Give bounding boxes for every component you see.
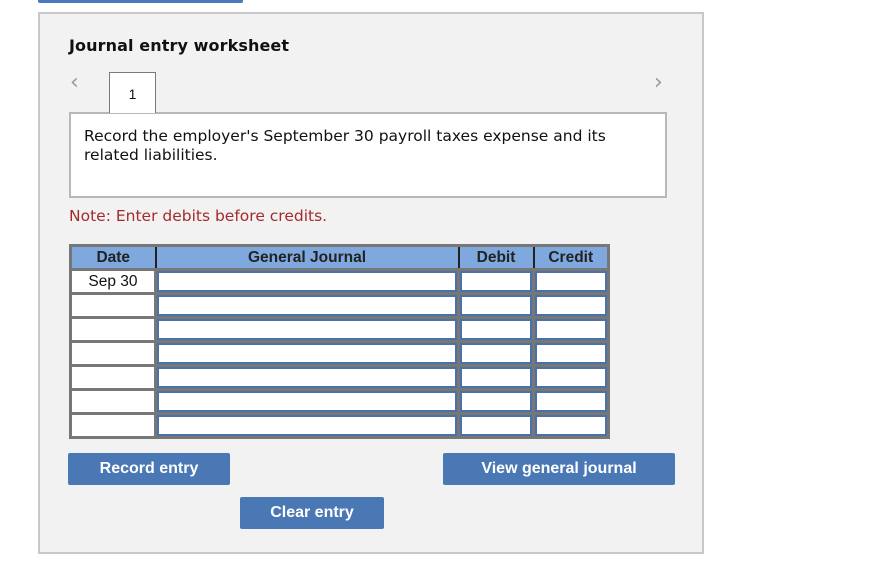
credit-input[interactable] <box>535 319 607 340</box>
account-input-cell <box>154 364 460 391</box>
debit-input-cell <box>457 388 535 415</box>
debit-input[interactable] <box>460 367 532 388</box>
credit-input[interactable] <box>535 271 607 292</box>
debit-input[interactable] <box>460 391 532 412</box>
table-row: Sep 30 <box>69 268 610 295</box>
debit-input-cell <box>457 340 535 367</box>
credit-input[interactable] <box>535 343 607 364</box>
account-input[interactable] <box>157 319 457 340</box>
account-input[interactable] <box>157 295 457 316</box>
debit-input[interactable] <box>460 319 532 340</box>
journal-worksheet-panel: Journal entry worksheet ‹ 1 › Record the… <box>38 12 704 554</box>
debit-input[interactable] <box>460 343 532 364</box>
date-cell[interactable] <box>69 412 157 439</box>
credit-input-cell <box>532 316 610 343</box>
table-row <box>69 292 610 319</box>
debit-input[interactable] <box>460 295 532 316</box>
debit-input-cell <box>457 316 535 343</box>
account-input-cell <box>154 292 460 319</box>
credit-input-cell <box>532 340 610 367</box>
credit-input[interactable] <box>535 367 607 388</box>
debit-input[interactable] <box>460 415 532 436</box>
account-input[interactable] <box>157 415 457 436</box>
debit-input-cell <box>457 364 535 391</box>
journal-table: Date General Journal Debit Credit Sep 30 <box>69 244 610 439</box>
table-row <box>69 316 610 343</box>
tab-1[interactable]: 1 <box>109 72 156 113</box>
header-date: Date <box>70 245 157 271</box>
table-row <box>69 388 610 415</box>
table-header-row: Date General Journal Debit Credit <box>70 245 609 271</box>
debit-input-cell <box>457 412 535 439</box>
account-input-cell <box>154 340 460 367</box>
date-cell[interactable]: Sep 30 <box>69 268 157 295</box>
date-cell[interactable] <box>69 340 157 367</box>
header-credit: Credit <box>532 245 609 271</box>
credit-input-cell <box>532 364 610 391</box>
date-cell[interactable] <box>69 292 157 319</box>
debit-input-cell <box>457 292 535 319</box>
account-input-cell <box>154 268 460 295</box>
date-cell[interactable] <box>69 364 157 391</box>
account-input[interactable] <box>157 271 457 292</box>
record-entry-button[interactable]: Record entry <box>68 453 230 485</box>
worksheet-title: Journal entry worksheet <box>69 36 290 55</box>
instruction-box: Record the employer's September 30 payro… <box>69 112 667 198</box>
top-accent-bar <box>38 0 243 3</box>
account-input-cell <box>154 412 460 439</box>
chevron-right-icon[interactable]: › <box>654 72 663 94</box>
account-input-cell <box>154 316 460 343</box>
credit-input[interactable] <box>535 295 607 316</box>
account-input-cell <box>154 388 460 415</box>
debit-input-cell <box>457 268 535 295</box>
credit-input-cell <box>532 268 610 295</box>
chevron-left-icon[interactable]: ‹ <box>70 72 79 94</box>
clear-entry-button[interactable]: Clear entry <box>240 497 384 529</box>
date-cell[interactable] <box>69 316 157 343</box>
table-row <box>69 412 610 439</box>
table-row <box>69 364 610 391</box>
debit-input[interactable] <box>460 271 532 292</box>
credit-input[interactable] <box>535 415 607 436</box>
account-input[interactable] <box>157 343 457 364</box>
table-row <box>69 340 610 367</box>
header-debit: Debit <box>457 245 535 271</box>
account-input[interactable] <box>157 367 457 388</box>
header-general-journal: General Journal <box>154 245 460 271</box>
date-cell[interactable] <box>69 388 157 415</box>
credit-input-cell <box>532 388 610 415</box>
note-text: Note: Enter debits before credits. <box>69 207 328 225</box>
account-input[interactable] <box>157 391 457 412</box>
credit-input[interactable] <box>535 391 607 412</box>
credit-input-cell <box>532 292 610 319</box>
view-general-journal-button[interactable]: View general journal <box>443 453 675 485</box>
credit-input-cell <box>532 412 610 439</box>
